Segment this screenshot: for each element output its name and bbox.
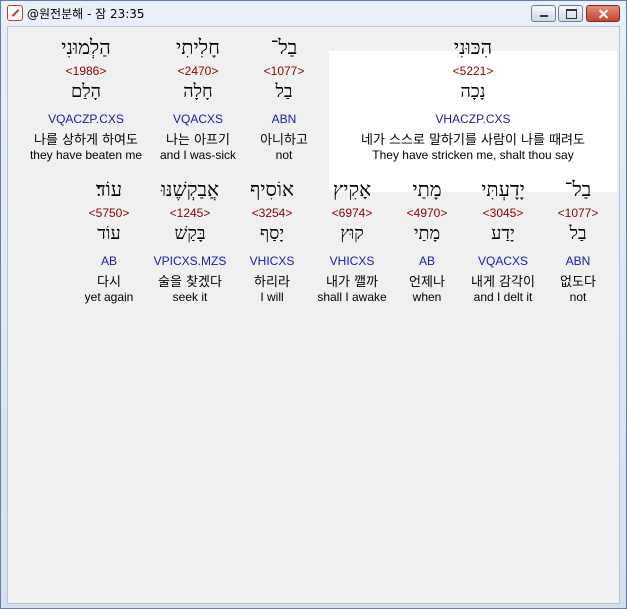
interlinear-panel: הַלְמוּנִי <1986> הָלַם VQACZP.CXS 나를 상하… [7,26,620,604]
english-gloss: and I delt it [473,290,533,304]
korean-gloss: 언제나 [409,275,445,290]
hebrew-word: אֲבַקְשֶׁנּוּ [160,177,220,201]
hebrew-word: אוֹסִיף [249,177,295,201]
hebrew-word: הִכּוּנִי [453,35,493,59]
morphology-code: VHICXS [329,254,375,268]
word-card-selected[interactable]: הִכּוּנִי <5221> נָכָה VHACZP.CXS 네가 스스로… [329,35,617,165]
strong-number: <4970> [406,206,448,220]
word-card[interactable]: חָלִיתִי <2470> חָלָה VQACXS 나는 아프기 and … [156,35,240,165]
title-bar[interactable]: @원전분해 - 잠 23:35 [1,1,626,25]
minimize-button[interactable] [531,5,556,22]
lexical-form: יָדַע [491,223,515,244]
morphology-code: ABN [565,254,591,268]
word-card[interactable]: אָקִיץ <6974> קוּץ VHICXS 내가 깰까 shall I … [310,177,394,307]
strong-number: <1077> [263,64,305,78]
english-gloss: when [412,290,442,304]
word-card[interactable]: בַל־ <1077> בַל ABN 없도다 not [550,177,606,307]
hebrew-word: הַלְמוּנִי [61,35,111,59]
strong-number: <3045> [482,206,524,220]
morphology-code: VPICXS.MZS [153,254,227,268]
english-gloss: They have stricken me, shalt thou say [372,148,574,162]
lexical-form: חָלָה [183,81,213,102]
lexical-form: קוּץ [340,223,364,244]
hebrew-word: בַל־ [270,35,298,59]
english-gloss: seek it [172,290,208,304]
word-card[interactable]: אוֹסִיף <3254> יָסַף VHICXS 하리라 I will [238,177,306,307]
hebrew-word: אָקִיץ [332,177,372,201]
morphology-code: VQACXS [477,254,528,268]
korean-gloss: 아니하고 [260,133,308,148]
korean-gloss: 나를 상하게 하여도 [34,133,138,148]
korean-gloss: 네가 스스로 말하기를 사람이 나를 때려도 [361,133,585,148]
korean-gloss: 나는 아프기 [166,133,230,148]
morphology-code: ABN [271,112,297,126]
lexical-form: בַל [569,223,587,244]
hebrew-word: בַל־ [564,177,592,201]
lexical-form: הָלַם [70,81,101,102]
word-card[interactable]: בַל־ <1077> בַל ABN 아니하고 not [250,35,318,165]
korean-gloss: 내게 감각이 [471,275,535,290]
word-card[interactable]: מָתַי <4970> מָתַי AB 언제나 when [396,177,458,307]
lexical-form: בַל [275,81,293,102]
word-card[interactable]: הַלְמוּנִי <1986> הָלַם VQACZP.CXS 나를 상하… [12,35,160,165]
lexical-form: יָסַף [259,223,285,244]
english-gloss: yet again [84,290,134,304]
hebrew-word: מָתַי [412,177,442,201]
korean-gloss: 다시 [97,275,121,290]
english-gloss: they have beaten me [29,148,143,162]
hebrew-word: חָלִיתִי [176,35,220,59]
english-gloss: not [275,148,293,162]
korean-gloss: 술을 찾겠다 [158,275,222,290]
lexical-form: מָתַי [413,223,441,244]
hebrew-word: יָדָעְתִּי [481,177,525,201]
morphology-code: VHACZP.CXS [435,112,511,126]
morphology-code: VQACZP.CXS [48,112,124,126]
korean-gloss: 없도다 [560,275,596,290]
app-icon[interactable] [7,5,23,21]
strong-number: <5750> [88,206,130,220]
hebrew-word: עוֹד׃ [95,177,123,201]
korean-gloss: 내가 깰까 [326,275,378,290]
strong-number: <6974> [331,206,373,220]
strong-number: <1077> [557,206,599,220]
morphology-code: VHICXS [249,254,295,268]
korean-gloss: 하리라 [254,275,290,290]
strong-number: <5221> [452,64,494,78]
strong-number: <1245> [169,206,211,220]
app-window: @원전분해 - 잠 23:35 הַלְמוּנִי <1986> הָלַם … [0,0,627,609]
strong-number: <1986> [65,64,107,78]
maximize-button[interactable] [558,5,583,22]
morphology-code: AB [418,254,435,268]
lexical-form: עוֹד [97,223,121,244]
strong-number: <2470> [177,64,219,78]
lexical-form: נָכָה [460,81,486,102]
english-gloss: I will [260,290,284,304]
english-gloss: shall I awake [317,290,387,304]
lexical-form: בָּקַשׁ [174,223,206,244]
strong-number: <3254> [251,206,293,220]
word-card[interactable]: אֲבַקְשֶׁנּוּ <1245> בָּקַשׁ VPICXS.MZS … [146,177,234,307]
window-title: @원전분해 - 잠 23:35 [27,7,145,21]
morphology-code: AB [100,254,117,268]
close-button[interactable] [586,5,620,22]
morphology-code: VQACXS [172,112,223,126]
word-card[interactable]: עוֹד׃ <5750> עוֹד AB 다시 yet again [74,177,144,307]
english-gloss: and I was-sick [159,148,237,162]
word-card[interactable]: יָדָעְתִּי <3045> יָדַע VQACXS 내게 감각이 an… [460,177,546,307]
english-gloss: not [569,290,587,304]
